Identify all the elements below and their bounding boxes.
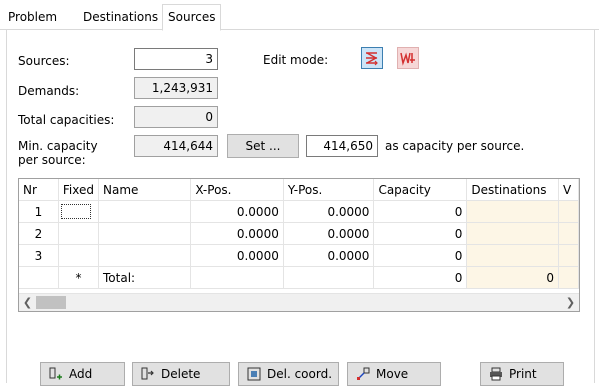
total-star: * xyxy=(58,266,100,289)
table-row[interactable]: 1 0.0000 0.0000 0 xyxy=(19,200,579,223)
edit-mode-arrows-button[interactable] xyxy=(361,47,383,69)
row-nr: 2 xyxy=(19,222,59,245)
xpos-cell[interactable]: 0.0000 xyxy=(190,244,284,267)
edit-mode-waves-button[interactable] xyxy=(397,47,419,69)
scroll-thumb[interactable] xyxy=(36,296,66,309)
move-button[interactable]: Move xyxy=(347,362,441,386)
demands-value: 1,243,931 xyxy=(134,77,218,99)
total-label: Total: xyxy=(98,266,192,289)
total-ypos-cell xyxy=(283,266,375,289)
delete-row-icon xyxy=(141,367,154,380)
table-row[interactable]: 3 0.0000 0.0000 0 xyxy=(19,244,579,267)
min-capacity-value: 414,644 xyxy=(134,135,218,157)
print-button[interactable]: Print xyxy=(480,362,564,386)
xpos-cell[interactable]: 0.0000 xyxy=(190,222,284,245)
name-cell[interactable] xyxy=(98,200,192,223)
col-header-capacity[interactable]: Capacity xyxy=(373,179,468,201)
fixed-cell[interactable] xyxy=(58,200,100,223)
tab-bar: Problem Destinations Sources xyxy=(0,0,599,31)
move-icon xyxy=(357,367,370,380)
tab-sources[interactable]: Sources xyxy=(162,4,222,31)
edit-mode-arrows-icon xyxy=(366,52,378,66)
sources-count-input[interactable]: 3 xyxy=(134,48,218,70)
demands-label: Demands: xyxy=(18,84,80,98)
add-button-label: Add xyxy=(69,367,93,381)
capacity-cell[interactable]: 0 xyxy=(373,244,468,267)
set-capacity-button[interactable]: Set ... xyxy=(227,134,299,158)
fixed-checkbox[interactable] xyxy=(60,204,91,219)
ypos-cell[interactable]: 0.0000 xyxy=(283,244,375,267)
col-header-xpos[interactable]: X-Pos. xyxy=(190,179,284,201)
total-capacities-label: Total capacities: xyxy=(18,113,115,127)
horizontal-scrollbar[interactable]: ❮ ❯ xyxy=(19,293,579,311)
fixed-cell[interactable] xyxy=(58,244,100,267)
total-nr-cell xyxy=(19,266,59,289)
row-nr: 3 xyxy=(19,244,59,267)
min-capacity-label-line2: per source: xyxy=(18,153,86,167)
col-header-nr[interactable]: Nr xyxy=(19,179,59,201)
print-button-label: Print xyxy=(509,367,537,381)
printer-icon xyxy=(490,367,502,381)
table-header-row: Nr Fixed Name X-Pos. Y-Pos. Capacity Des… xyxy=(19,179,579,201)
total-v-cell xyxy=(558,266,579,289)
v-cell[interactable] xyxy=(558,222,579,245)
col-header-destinations[interactable]: Destinations xyxy=(466,179,560,201)
row-nr: 1 xyxy=(19,200,59,223)
capacity-cell[interactable]: 0 xyxy=(373,200,468,223)
total-capacities-value: 0 xyxy=(134,106,218,128)
ypos-cell[interactable]: 0.0000 xyxy=(283,200,375,223)
col-header-fixed[interactable]: Fixed xyxy=(58,179,100,201)
v-cell[interactable] xyxy=(558,200,579,223)
v-cell[interactable] xyxy=(558,244,579,267)
total-destinations: 0 xyxy=(466,266,560,289)
name-cell[interactable] xyxy=(98,222,192,245)
col-header-ypos[interactable]: Y-Pos. xyxy=(283,179,375,201)
fixed-cell[interactable] xyxy=(58,222,100,245)
min-capacity-label: Min. capacity per source: xyxy=(18,139,98,167)
destinations-cell[interactable] xyxy=(466,222,560,245)
col-header-name[interactable]: Name xyxy=(98,179,192,201)
tab-problem[interactable]: Problem xyxy=(3,7,62,28)
destinations-cell[interactable] xyxy=(466,200,560,223)
sources-grid[interactable]: Nr Fixed Name X-Pos. Y-Pos. Capacity Des… xyxy=(18,178,580,312)
move-button-label: Move xyxy=(376,367,409,381)
delete-button-label: Delete xyxy=(161,367,201,381)
table-row[interactable]: 2 0.0000 0.0000 0 xyxy=(19,222,579,245)
delete-coordinates-icon xyxy=(247,367,261,381)
scroll-right-icon[interactable]: ❯ xyxy=(562,294,579,311)
col-header-v[interactable]: V xyxy=(558,179,579,201)
scroll-left-icon[interactable]: ❮ xyxy=(19,294,36,311)
capacity-suffix-label: as capacity per source. xyxy=(385,139,525,153)
add-button[interactable]: Add xyxy=(40,362,125,386)
table-total-row: * Total: 0 0 xyxy=(19,266,579,289)
delete-coordinates-button-label: Del. coord. xyxy=(267,367,333,381)
xpos-cell[interactable]: 0.0000 xyxy=(190,200,284,223)
min-capacity-label-line1: Min. capacity xyxy=(18,139,98,153)
capacity-cell[interactable]: 0 xyxy=(373,222,468,245)
capacity-per-source-input[interactable]: 414,650 xyxy=(306,135,378,157)
sources-label: Sources: xyxy=(18,54,70,68)
edit-mode-waves-icon xyxy=(400,52,415,66)
ypos-cell[interactable]: 0.0000 xyxy=(283,222,375,245)
sources-table: Nr Fixed Name X-Pos. Y-Pos. Capacity Des… xyxy=(19,179,579,289)
tab-destinations[interactable]: Destinations xyxy=(78,7,163,28)
total-capacity: 0 xyxy=(373,266,468,289)
destinations-cell[interactable] xyxy=(466,244,560,267)
delete-button[interactable]: Delete xyxy=(132,362,230,386)
add-row-icon xyxy=(49,367,62,380)
delete-coordinates-button[interactable]: Del. coord. xyxy=(238,362,339,386)
name-cell[interactable] xyxy=(98,244,192,267)
edit-mode-label: Edit mode: xyxy=(263,53,329,67)
total-xpos-cell xyxy=(190,266,284,289)
